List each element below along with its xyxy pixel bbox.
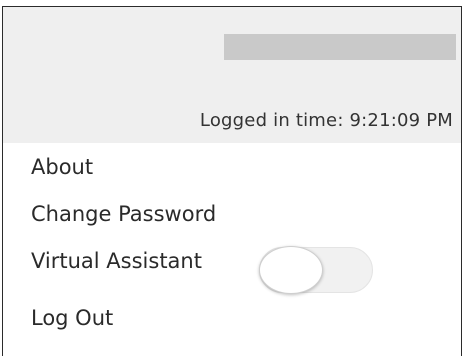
menu-item-log-out[interactable]: Log Out — [31, 306, 113, 330]
menu-list: About Change Password Virtual Assistant … — [2, 143, 462, 356]
toggle-knob — [259, 246, 323, 294]
menu-item-change-password[interactable]: Change Password — [31, 202, 216, 226]
virtual-assistant-toggle[interactable] — [259, 246, 373, 294]
account-menu-panel: Logged in time: 9:21:09 PM About Change … — [0, 0, 465, 356]
redacted-username — [224, 34, 456, 60]
logged-in-time: Logged in time: 9:21:09 PM — [199, 110, 453, 131]
account-header: Logged in time: 9:21:09 PM — [2, 6, 462, 143]
menu-item-about[interactable]: About — [31, 155, 93, 179]
menu-item-virtual-assistant: Virtual Assistant — [31, 249, 202, 273]
